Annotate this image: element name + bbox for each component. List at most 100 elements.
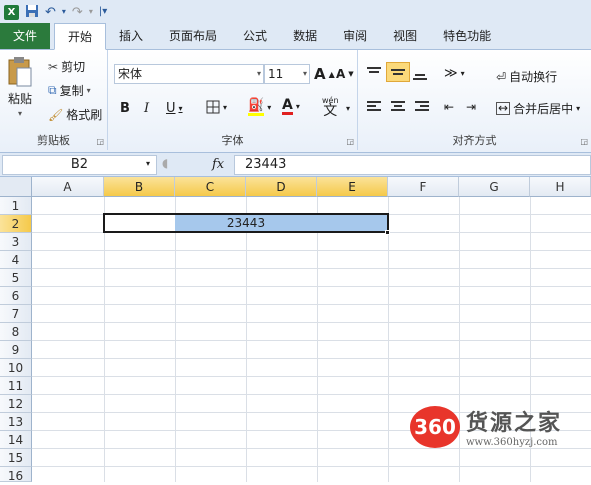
increase-indent-button[interactable]: ⇥ (466, 100, 476, 114)
row-header-4[interactable]: 4 (0, 251, 32, 269)
row-header-12[interactable]: 12 (0, 395, 32, 413)
align-right-icon (415, 101, 429, 111)
formula-bar: B2 ▾ ◖ fx 23443 (0, 153, 591, 177)
formula-expand-icon[interactable]: ◖ (162, 156, 168, 170)
column-header-g[interactable]: G (459, 177, 530, 197)
row-header-3[interactable]: 3 (0, 233, 32, 251)
font-size-select[interactable]: 11 ▾ (264, 64, 310, 84)
orientation-dropdown-icon: ▾ (460, 69, 465, 78)
fill-handle[interactable] (385, 230, 390, 235)
ribbon-tabs: 文件 开始 插入 页面布局 公式 数据 审阅 视图 特色功能 (0, 23, 591, 50)
tab-special[interactable]: 特色功能 (430, 23, 504, 49)
paste-label: 粘贴 (7, 92, 32, 106)
select-all-corner[interactable] (0, 177, 32, 197)
paste-button[interactable]: 粘贴 ▾ (6, 56, 34, 118)
wrap-text-label: 自动换行 (509, 70, 558, 84)
undo-icon[interactable]: ↶ (45, 6, 56, 19)
row-header-14[interactable]: 14 (0, 431, 32, 449)
name-box-dropdown-icon[interactable]: ▾ (146, 159, 150, 168)
align-top-button[interactable] (366, 66, 382, 80)
tab-insert[interactable]: 插入 (106, 23, 156, 49)
redo-dropdown-icon[interactable]: ▾ (89, 8, 93, 16)
row-header-8[interactable]: 8 (0, 323, 32, 341)
column-header-e[interactable]: E (317, 177, 388, 197)
shrink-font-button[interactable]: A ▼ (336, 67, 354, 81)
row-header-7[interactable]: 7 (0, 305, 32, 323)
align-middle-button[interactable] (386, 62, 410, 82)
tab-page-layout[interactable]: 页面布局 (156, 23, 230, 49)
align-right-button[interactable] (414, 100, 430, 114)
tab-view[interactable]: 视图 (380, 23, 430, 49)
save-icon[interactable] (25, 4, 39, 21)
grid-line (32, 394, 591, 395)
font-launcher-icon[interactable]: ◲ (346, 137, 354, 146)
phonetic-dropdown-icon[interactable]: ▾ (346, 104, 350, 113)
row-header-5[interactable]: 5 (0, 269, 32, 287)
underline-button[interactable]: U ▾ (166, 101, 183, 116)
row-header-1[interactable]: 1 (0, 197, 32, 215)
row-header-11[interactable]: 11 (0, 377, 32, 395)
format-painter-button[interactable]: 🖌 格式刷 (48, 106, 102, 123)
decrease-indent-button[interactable]: ⇤ (444, 100, 454, 114)
row-header-6[interactable]: 6 (0, 287, 32, 305)
merge-center-button[interactable]: ↔ 合并后居中 ▾ (496, 100, 580, 117)
tab-file[interactable]: 文件 (0, 23, 50, 49)
italic-button[interactable]: I (144, 101, 149, 116)
grid-line (32, 250, 591, 251)
row-header-2[interactable]: 2 (0, 215, 32, 233)
column-header-f[interactable]: F (388, 177, 459, 197)
font-name-dropdown-icon: ▾ (256, 69, 261, 78)
wrap-text-icon: ⏎ (496, 69, 507, 84)
watermark-logo: 360 (410, 405, 460, 448)
copy-button[interactable]: ⧉ 复制 ▾ (48, 82, 91, 99)
customize-qat-icon[interactable]: |▾ (99, 7, 107, 17)
watermark-text: 货源之家 www.360hyzj.com (466, 405, 562, 448)
clipboard-launcher-icon[interactable]: ◲ (96, 137, 104, 146)
column-header-h[interactable]: H (530, 177, 591, 197)
tab-data[interactable]: 数据 (280, 23, 330, 49)
alignment-launcher-icon[interactable]: ◲ (580, 137, 588, 146)
row-header-10[interactable]: 10 (0, 359, 32, 377)
borders-icon (206, 100, 220, 114)
shrink-font-icon: A (336, 67, 346, 81)
formula-input[interactable]: 23443 (234, 155, 591, 175)
align-bottom-button[interactable] (412, 68, 428, 82)
column-header-d[interactable]: D (246, 177, 317, 197)
grow-font-button[interactable]: A ▲ (314, 65, 335, 83)
redo-icon[interactable]: ↷ (72, 6, 83, 19)
underline-dropdown-icon: ▾ (178, 104, 183, 113)
column-header-b[interactable]: B (104, 177, 175, 197)
merge-center-label: 合并后居中 (513, 102, 574, 116)
cell-b2-value: 23443 (226, 216, 266, 230)
formula-value: 23443 (245, 157, 287, 172)
font-color-button[interactable]: A ▾ (282, 98, 300, 115)
underline-icon: U (166, 101, 176, 116)
tab-formulas[interactable]: 公式 (230, 23, 280, 49)
row-header-15[interactable]: 15 (0, 449, 32, 467)
insert-function-icon[interactable]: fx (212, 157, 224, 172)
row-header-9[interactable]: 9 (0, 341, 32, 359)
wrap-text-button[interactable]: ⏎ 自动换行 (496, 68, 557, 85)
copy-dropdown-icon: ▾ (86, 86, 91, 95)
row-header-16[interactable]: 16 (0, 467, 32, 483)
orientation-button[interactable]: ≫ ▾ (444, 66, 465, 81)
fill-color-button[interactable]: ⛽ ▾ (248, 98, 271, 116)
bold-button[interactable]: B (120, 101, 130, 116)
borders-button[interactable]: ▾ (206, 100, 227, 114)
align-left-button[interactable] (366, 100, 382, 114)
align-center-button[interactable] (390, 100, 406, 114)
column-header-c[interactable]: C (175, 177, 246, 197)
paste-dropdown-icon: ▾ (17, 109, 22, 118)
column-header-a[interactable]: A (32, 177, 104, 197)
undo-dropdown-icon[interactable]: ▾ (62, 8, 66, 16)
phonetic-button[interactable]: wén 文 (322, 96, 339, 118)
tab-review[interactable]: 审阅 (330, 23, 380, 49)
row-header-13[interactable]: 13 (0, 413, 32, 431)
name-box[interactable]: B2 (2, 155, 157, 175)
grid-line (32, 340, 591, 341)
cut-button[interactable]: ✂ 剪切 (48, 58, 85, 75)
tab-home[interactable]: 开始 (54, 23, 107, 50)
font-name-select[interactable]: 宋体 ▾ (114, 64, 264, 84)
italic-icon: I (144, 101, 150, 116)
align-middle-icon (391, 69, 405, 75)
